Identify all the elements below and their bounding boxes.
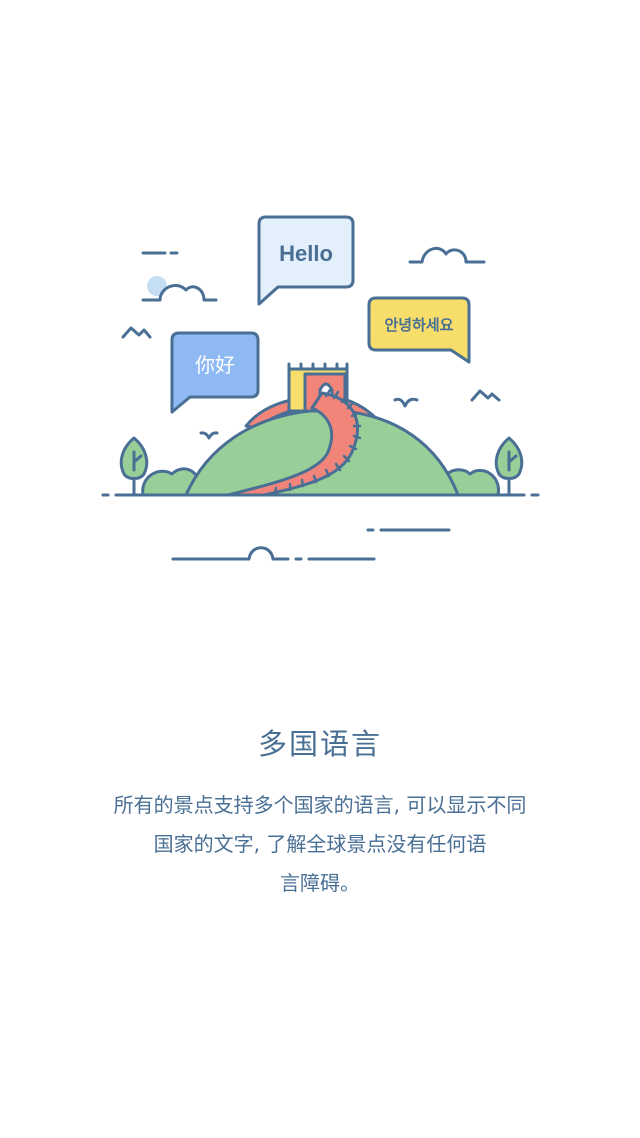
page-description: 所有的景点支持多个国家的语言, 可以显示不同 国家的文字, 了解全球景点没有任何… [96, 786, 544, 903]
bird-icon-right [470, 389, 501, 402]
tree-icon-right [494, 436, 524, 497]
bubble-korean-text: 안녕하세요 [384, 316, 453, 334]
description-line: 所有的景点支持多个国家的语言, 可以显示不同 [113, 793, 527, 817]
lower-dash-lines-icon [171, 528, 451, 561]
sun-icon [147, 276, 167, 296]
description-line: 国家的文字, 了解全球景点没有任何语 [153, 832, 487, 856]
cloud-icon-right [408, 246, 486, 264]
bubble-chinese-text: 你好 [195, 353, 235, 377]
bird-icon-small-1 [393, 397, 419, 408]
page-title: 多国语言 [257, 727, 382, 761]
great-wall-illustration: Hello 안녕하세요 你好 [101, 215, 540, 561]
bird-icon-small-2 [199, 431, 219, 440]
hill-icon [184, 408, 460, 497]
description-line: 言障碍。 [280, 871, 360, 895]
bird-icon-left [121, 326, 152, 339]
bubble-english-text: Hello [279, 241, 333, 266]
